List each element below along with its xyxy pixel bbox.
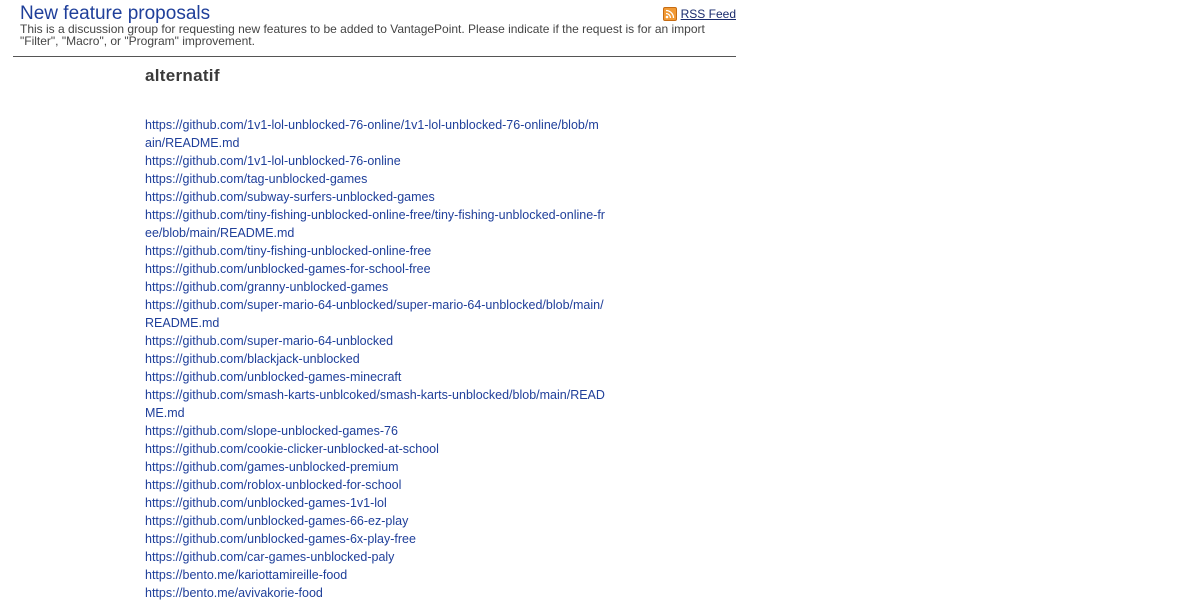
post-link[interactable]: https://github.com/slope-unblocked-games… xyxy=(145,422,605,440)
post-link[interactable]: https://github.com/super-mario-64-unbloc… xyxy=(145,332,605,350)
group-description: This is a discussion group for requestin… xyxy=(20,22,705,48)
rss-icon[interactable] xyxy=(662,7,677,21)
group-header: New feature proposals This is a discussi… xyxy=(13,0,736,57)
rss-feed-link[interactable]: RSS Feed xyxy=(681,7,736,21)
post-link[interactable]: https://github.com/granny-unblocked-game… xyxy=(145,278,605,296)
post-link[interactable]: https://github.com/unblocked-games-for-s… xyxy=(145,260,605,278)
post-link[interactable]: https://github.com/unblocked-games-6x-pl… xyxy=(145,530,605,548)
post-link[interactable]: https://github.com/cookie-clicker-unbloc… xyxy=(145,440,605,458)
post-link[interactable]: https://github.com/car-games-unblocked-p… xyxy=(145,548,605,566)
post-link[interactable]: https://github.com/tiny-fishing-unblocke… xyxy=(145,242,605,260)
post-link[interactable]: https://bento.me/avivakorie-food xyxy=(145,584,605,602)
post-link[interactable]: https://github.com/tag-unblocked-games xyxy=(145,170,605,188)
post-link[interactable]: https://github.com/tiny-fishing-unblocke… xyxy=(145,206,605,242)
post-link[interactable]: https://github.com/unblocked-games-1v1-l… xyxy=(145,494,605,512)
post-links-list: https://github.com/1v1-lol-unblocked-76-… xyxy=(145,116,605,602)
post-link[interactable]: https://github.com/unblocked-games-66-ez… xyxy=(145,512,605,530)
post-link[interactable]: https://github.com/unblocked-games-minec… xyxy=(145,368,605,386)
post-link[interactable]: https://github.com/1v1-lol-unblocked-76-… xyxy=(145,152,605,170)
rss-feed[interactable]: RSS Feed xyxy=(662,7,736,21)
post-link[interactable]: https://github.com/blackjack-unblocked xyxy=(145,350,605,368)
post-link[interactable]: https://bento.me/kariottamireille-food xyxy=(145,566,605,584)
post-link[interactable]: https://github.com/1v1-lol-unblocked-76-… xyxy=(145,116,605,152)
post-link[interactable]: https://github.com/subway-surfers-unbloc… xyxy=(145,188,605,206)
post-link[interactable]: https://github.com/games-unblocked-premi… xyxy=(145,458,605,476)
post-link[interactable]: https://github.com/smash-karts-unblcoked… xyxy=(145,386,605,422)
post-title: alternatif xyxy=(145,66,220,85)
post-link[interactable]: https://github.com/super-mario-64-unbloc… xyxy=(145,296,605,332)
post-link[interactable]: https://github.com/roblox-unblocked-for-… xyxy=(145,476,605,494)
